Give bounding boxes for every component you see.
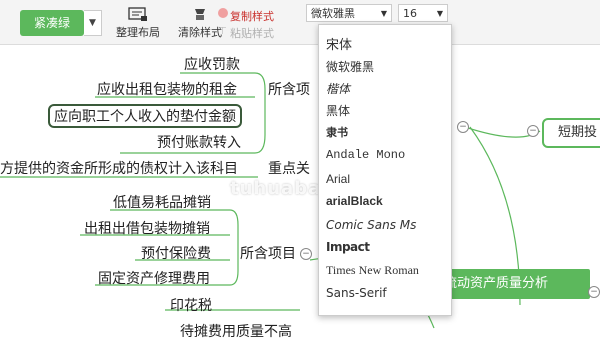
theme-button[interactable]: 紧凑绿	[20, 10, 84, 36]
copy-style-icon	[218, 8, 228, 18]
font-option[interactable]: 微软雅黑	[326, 58, 374, 75]
theme-dropdown-arrow[interactable]: ▼	[84, 10, 102, 36]
mindmap-node-current-assets-analysis[interactable]: 流动资产质量分析	[434, 269, 590, 299]
font-option[interactable]: 黑体	[326, 102, 350, 119]
collapse-toggle[interactable]: −	[588, 286, 600, 298]
mindmap-node[interactable]: 应收出租包装物的租金	[97, 79, 237, 99]
mindmap-node-short-term-investment[interactable]: 短期投	[542, 118, 600, 148]
collapse-toggle[interactable]: −	[457, 121, 469, 133]
paste-style-button[interactable]: 粘贴样式	[230, 25, 274, 41]
collapse-toggle[interactable]: −	[300, 248, 312, 260]
font-option[interactable]: Andale Mono	[326, 148, 405, 162]
font-option[interactable]: 楷体	[326, 80, 350, 97]
chevron-down-icon: ▼	[436, 9, 443, 18]
font-option[interactable]: Arial	[326, 172, 350, 186]
font-option[interactable]: 宋体	[326, 34, 352, 53]
font-option[interactable]: arialBlack	[326, 194, 383, 208]
chevron-down-icon: ▼	[380, 9, 387, 18]
mindmap-node[interactable]: 预付保险费	[141, 243, 211, 263]
mindmap-node[interactable]: 预付账款转入	[157, 132, 241, 152]
clear-style-button[interactable]: 清除样式	[178, 6, 222, 40]
mindmap-node[interactable]: 固定资产修理费用	[98, 268, 210, 288]
font-option[interactable]: Times New Roman	[326, 263, 419, 278]
mindmap-node[interactable]: 应收罚款	[184, 54, 240, 74]
font-size-select[interactable]: 16 ▼	[398, 4, 448, 22]
brush-icon	[195, 9, 205, 20]
font-family-select[interactable]: 微软雅黑 ▼	[306, 4, 392, 22]
mindmap-node[interactable]: 低值易耗品摊销	[113, 192, 211, 212]
font-family-dropdown: 宋体 微软雅黑 楷体 黑体 隶书 Andale Mono Arial arial…	[318, 24, 452, 316]
mindmap-node[interactable]: 印花税	[170, 295, 212, 315]
font-option[interactable]: 隶书	[326, 124, 348, 140]
clear-style-label: 清除样式	[178, 26, 222, 39]
font-option[interactable]: Impact	[326, 240, 370, 254]
tidy-layout-button[interactable]: 整理布局	[116, 6, 160, 40]
mindmap-node[interactable]: 出租出借包装物摊销	[84, 218, 210, 238]
layout-icon	[128, 7, 147, 21]
copy-style-button[interactable]: 复制样式	[230, 8, 274, 24]
mindmap-group-node[interactable]: 所含项	[268, 79, 310, 99]
font-option[interactable]: Comic Sans Ms	[326, 218, 416, 232]
collapse-toggle[interactable]: −	[527, 125, 539, 137]
tidy-layout-label: 整理布局	[116, 26, 160, 39]
font-family-value: 微软雅黑	[311, 7, 355, 20]
paste-style-icon: ⊤	[218, 26, 227, 37]
font-option[interactable]: Sans-Serif	[326, 286, 387, 300]
font-size-value: 16	[403, 7, 417, 20]
mindmap-node[interactable]: 待摊费用质量不高	[180, 321, 292, 341]
mindmap-node-selected[interactable]: 应向职工个人收入的垫付金额	[48, 104, 242, 128]
mindmap-node[interactable]: 方提供的资金所形成的债权计入该科目	[0, 158, 238, 178]
toolbar: 紧凑绿 ▼ 整理布局 清除样式 复制样式 ⊤ 粘贴样式 微软雅黑 ▼ 16 ▼	[0, 0, 600, 45]
mindmap-group-node[interactable]: 所含项目	[240, 243, 296, 263]
mindmap-group-node[interactable]: 重点关	[268, 158, 310, 178]
